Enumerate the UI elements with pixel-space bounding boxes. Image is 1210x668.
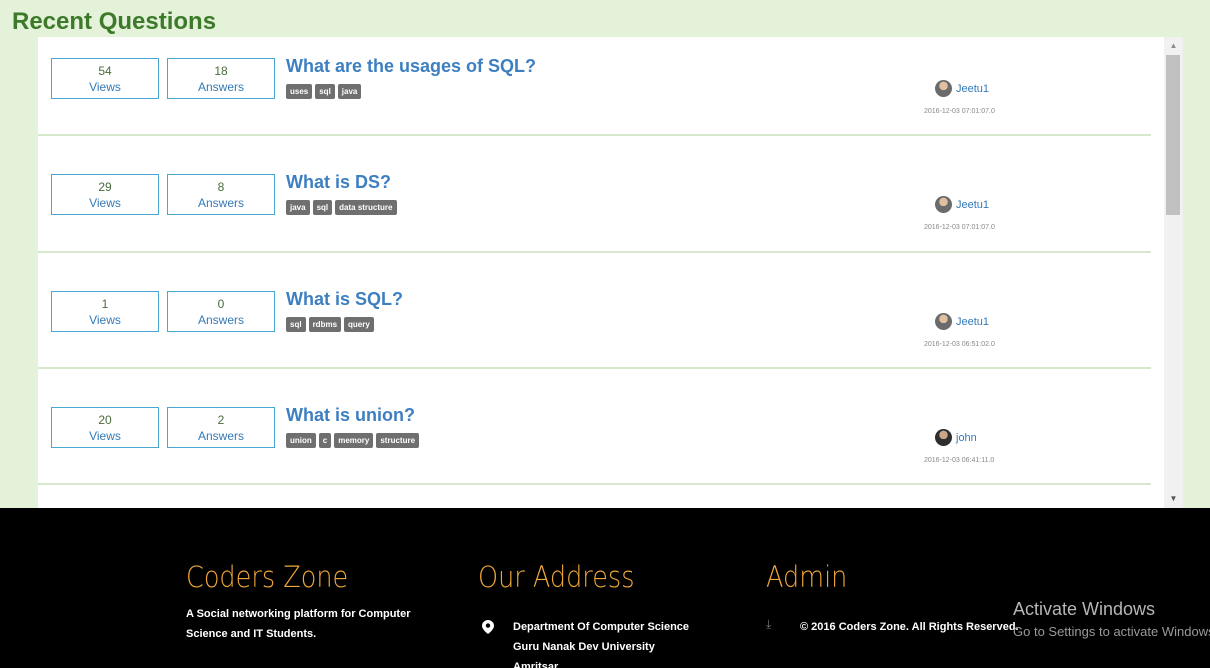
views-label: Views — [89, 196, 121, 210]
answers-box: 8 Answers — [167, 174, 275, 215]
views-box: 54 Views — [51, 58, 159, 99]
answers-box: 0 Answers — [167, 291, 275, 332]
tag[interactable]: java — [337, 84, 362, 99]
address-line: Department Of Computer Science — [513, 621, 690, 633]
question-item: 54 Views 18 Answers What are the usages of… — [38, 56, 1151, 174]
tag[interactable]: rdbms — [308, 317, 342, 332]
footer-about-line: Science and IT Students. — [186, 628, 317, 640]
footer-about-line: A Social networking platform for Compute… — [186, 608, 411, 620]
tag[interactable]: memory — [334, 433, 374, 448]
answers-count: 2 — [217, 413, 225, 427]
divider — [38, 483, 1151, 485]
question-item: 29 Views 8 Answers What is DS? java sql da… — [38, 172, 1151, 290]
scroll-up-arrow-icon[interactable]: ▲ — [1164, 39, 1183, 53]
divider — [38, 367, 1151, 369]
divider — [38, 134, 1151, 136]
footer-address: Our Address Department Of Computer Scien… — [478, 560, 689, 668]
address-lines: Department Of Computer Science Guru Nana… — [513, 617, 689, 668]
author-name[interactable]: Jeetu1 — [956, 83, 989, 95]
footer-about: Coders Zone A Social networking platform… — [186, 560, 411, 644]
copyright-text: © 2016 Coders Zone. All Rights Reserved. — [800, 621, 1019, 633]
question-item: 1 Views 0 Answers What is SQL? sql rdbms q… — [38, 289, 1151, 407]
scroll-thumb[interactable] — [1166, 55, 1180, 215]
views-label: Views — [89, 429, 121, 443]
answers-label: Answers — [197, 196, 244, 210]
footer-address-title: Our Address — [478, 560, 635, 594]
tag[interactable]: java — [286, 200, 310, 215]
activate-windows-title: Activate Windows — [1013, 599, 1156, 619]
post-date: 2016-12-03 07:01:07.0 — [924, 224, 995, 231]
views-box: 29 Views — [51, 174, 159, 215]
answers-box: 18 Answers — [167, 58, 275, 99]
answers-label: Answers — [197, 313, 244, 327]
footer-admin-title: Admin — [766, 560, 848, 594]
tag-list: union c memory structure — [286, 433, 420, 448]
views-count: 1 — [101, 297, 109, 311]
answers-count: 8 — [217, 180, 225, 194]
author[interactable]: john — [935, 429, 977, 446]
user-avatar-icon — [935, 196, 952, 213]
tag-list: sql rdbms query — [286, 317, 374, 332]
tag[interactable]: data structure — [335, 200, 397, 215]
map-pin-icon — [482, 620, 494, 634]
views-count: 20 — [98, 413, 112, 427]
tag[interactable]: structure — [376, 433, 420, 448]
question-title-link[interactable]: What is DS? — [286, 172, 391, 193]
address-line: Amritsar — [513, 661, 559, 668]
answers-count: 0 — [217, 297, 225, 311]
tag[interactable]: c — [318, 433, 332, 448]
answers-label: Answers — [197, 429, 244, 443]
tag-list: uses sql java — [286, 84, 362, 99]
question-title-link[interactable]: What is SQL? — [286, 289, 403, 310]
activate-windows-subtitle: Go to Settings to activate Windows. — [1013, 624, 1210, 639]
answers-box: 2 Answers — [167, 407, 275, 448]
answers-label: Answers — [197, 80, 244, 94]
tag[interactable]: uses — [286, 84, 313, 99]
tag[interactable]: sql — [312, 200, 333, 215]
tag[interactable]: query — [344, 317, 374, 332]
question-title-link[interactable]: What are the usages of SQL? — [286, 56, 536, 77]
tag-list: java sql data structure — [286, 200, 397, 215]
views-box: 20 Views — [51, 407, 159, 448]
question-item: 20 Views 2 Answers What is union? union c … — [38, 405, 1151, 508]
views-label: Views — [89, 80, 121, 94]
author-name[interactable]: john — [956, 432, 977, 444]
tag[interactable]: sql — [286, 317, 306, 332]
footer: Coders Zone A Social networking platform… — [0, 508, 1210, 668]
page-heading: Recent Questions — [12, 8, 217, 35]
user-avatar-icon — [935, 313, 952, 330]
divider — [38, 251, 1151, 253]
address-line: Guru Nanak Dev University — [513, 641, 655, 653]
author[interactable]: Jeetu1 — [935, 313, 989, 330]
tag[interactable]: sql — [315, 84, 335, 99]
download-icon[interactable]: ⤓ — [766, 617, 771, 632]
footer-about-text: A Social networking platform for Compute… — [186, 604, 411, 644]
author-name[interactable]: Jeetu1 — [956, 199, 989, 211]
post-date: 2016-12-03 07:01:07.0 — [924, 108, 995, 115]
scrollbar[interactable]: ▲ ▼ — [1164, 37, 1183, 508]
author-name[interactable]: Jeetu1 — [956, 316, 989, 328]
footer-about-title: Coders Zone — [186, 560, 349, 594]
views-label: Views — [89, 313, 121, 327]
question-title-link[interactable]: What is union? — [286, 405, 415, 426]
author[interactable]: Jeetu1 — [935, 80, 989, 97]
post-date: 2016-12-03 06:51:02.0 — [924, 341, 995, 348]
views-count: 29 — [98, 180, 112, 194]
tag[interactable]: union — [286, 433, 316, 448]
footer-admin: Admin ⤓ © 2016 Coders Zone. All Rights R… — [766, 560, 1019, 633]
post-date: 2016-12-03 06:41:11.0 — [924, 457, 995, 464]
user-avatar-icon — [935, 80, 952, 97]
author[interactable]: Jeetu1 — [935, 196, 989, 213]
views-box: 1 Views — [51, 291, 159, 332]
scroll-down-arrow-icon[interactable]: ▼ — [1164, 492, 1183, 506]
questions-panel: 54 Views 18 Answers What are the usages of… — [38, 37, 1183, 508]
answers-count: 18 — [214, 64, 228, 78]
views-count: 54 — [98, 64, 112, 78]
user-avatar-icon — [935, 429, 952, 446]
